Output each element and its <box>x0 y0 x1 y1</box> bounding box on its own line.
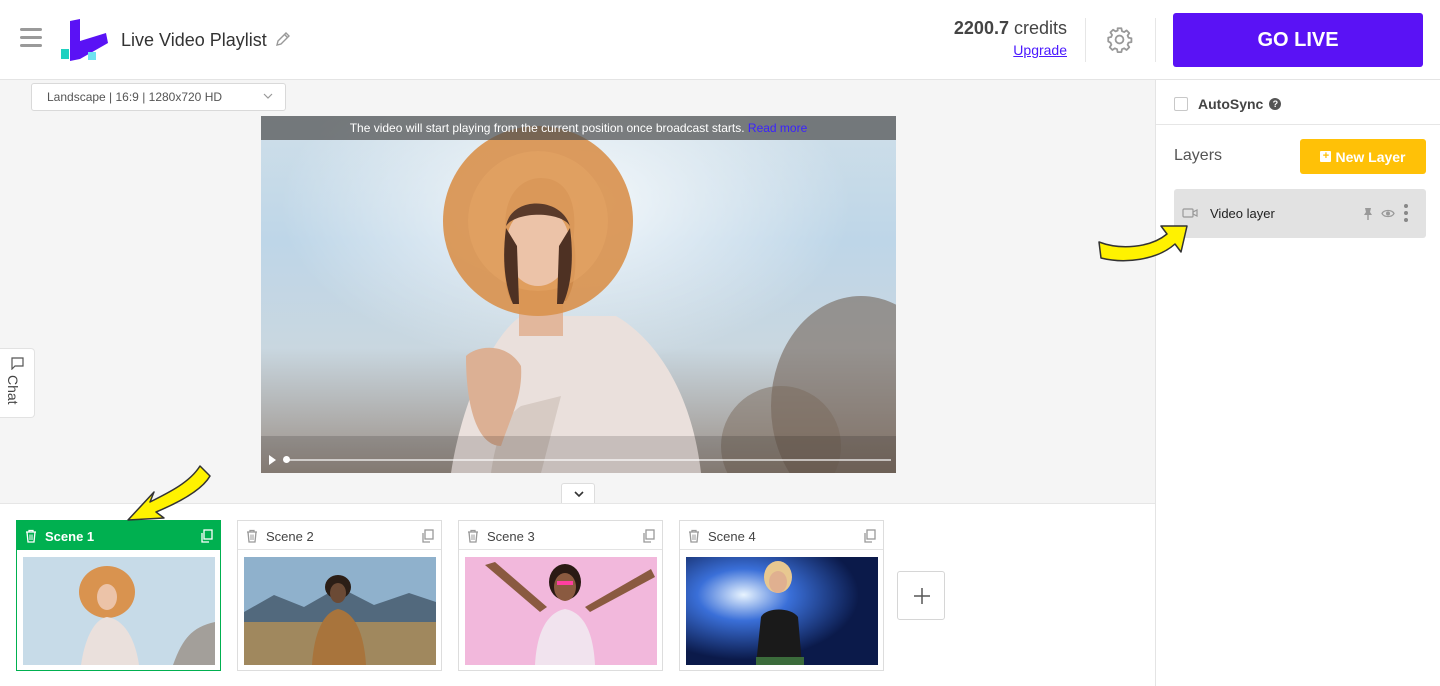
trash-icon[interactable] <box>688 529 700 543</box>
layer-name: Video layer <box>1210 206 1275 221</box>
menu-icon[interactable] <box>20 28 42 50</box>
kebab-icon[interactable] <box>1404 204 1408 222</box>
play-icon[interactable] <box>269 455 276 465</box>
banner-text: The video will start playing from the cu… <box>349 121 745 135</box>
add-scene-button[interactable] <box>897 571 945 620</box>
trash-icon[interactable] <box>246 529 258 543</box>
preview-banner: The video will start playing from the cu… <box>261 116 896 140</box>
credits-display: 2200.7 credits Upgrade <box>930 18 1067 58</box>
header-divider <box>1085 18 1086 62</box>
resolution-select[interactable]: Landscape | 16:9 | 1280x720 HD <box>31 83 286 111</box>
collapse-scenes-button[interactable] <box>561 483 595 505</box>
header-divider <box>1155 18 1156 62</box>
progress-knob[interactable] <box>283 456 290 463</box>
chevron-down-icon <box>263 93 273 99</box>
annotation-arrow-icon <box>1098 225 1188 262</box>
camera-icon <box>1182 208 1198 218</box>
chevron-down-icon <box>574 491 584 498</box>
app-header: Live Video Playlist 2200.7 credits Upgra… <box>0 0 1440 80</box>
layers-title: Layers <box>1174 147 1223 164</box>
video-preview[interactable]: The video will start playing from the cu… <box>261 116 896 473</box>
autosync-label: AutoSync <box>1198 96 1264 112</box>
eye-icon[interactable] <box>1381 208 1395 219</box>
app-title: Live Video Playlist <box>121 30 267 50</box>
scene-card-3[interactable]: Scene 3 <box>458 520 663 671</box>
chat-tab[interactable]: Chat <box>0 348 35 418</box>
scene-card-4[interactable]: Scene 4 <box>679 520 884 671</box>
trash-icon[interactable] <box>25 529 37 543</box>
copy-icon[interactable] <box>863 529 876 543</box>
scene-card-2[interactable]: Scene 2 <box>237 520 442 671</box>
go-live-button[interactable]: GO LIVE <box>1173 13 1423 67</box>
plus-icon: + <box>1320 151 1332 162</box>
chat-icon <box>11 357 24 370</box>
scene-thumbnail <box>465 557 657 665</box>
copy-icon[interactable] <box>642 529 655 543</box>
credits-value: 2200.7 <box>953 18 1009 38</box>
progress-track[interactable] <box>287 459 891 461</box>
plus-icon <box>914 588 930 604</box>
credits-unit: credits <box>1013 18 1067 38</box>
app-logo <box>61 19 108 61</box>
scene-card-1[interactable]: Scene 1 <box>16 520 221 671</box>
layer-item-video[interactable]: Video layer <box>1174 189 1426 238</box>
gear-icon[interactable] <box>1106 26 1133 53</box>
scene-name: Scene 2 <box>266 529 314 544</box>
scene-thumbnail <box>686 557 878 665</box>
resolution-value: Landscape | 16:9 | 1280x720 HD <box>47 90 223 104</box>
pin-icon[interactable] <box>1362 207 1374 220</box>
sidebar-divider <box>1156 124 1440 125</box>
chat-label: Chat <box>5 375 21 405</box>
trash-icon[interactable] <box>467 529 479 543</box>
scene-thumbnail <box>23 557 215 665</box>
scene-name: Scene 4 <box>708 529 756 544</box>
autosync-toggle[interactable]: AutoSync ? <box>1174 96 1282 112</box>
scene-thumbnail <box>244 557 436 665</box>
copy-icon[interactable] <box>421 529 434 543</box>
read-more-link[interactable]: Read more <box>748 121 807 135</box>
autosync-checkbox[interactable] <box>1174 97 1188 111</box>
help-icon[interactable]: ? <box>1269 98 1282 110</box>
layers-sidebar: AutoSync ? Layers + New Layer Video laye… <box>1155 80 1440 686</box>
scene-header: Scene 4 <box>680 521 883 550</box>
scene-name: Scene 3 <box>487 529 535 544</box>
scene-name: Scene 1 <box>45 529 95 544</box>
new-layer-button[interactable]: + New Layer <box>1300 139 1426 174</box>
scene-header: Scene 2 <box>238 521 441 550</box>
scene-header: Scene 3 <box>459 521 662 550</box>
annotation-arrow-icon <box>127 465 211 521</box>
new-layer-label: New Layer <box>1335 148 1406 165</box>
preview-image <box>261 116 896 473</box>
edit-icon[interactable] <box>275 31 291 47</box>
upgrade-link[interactable]: Upgrade <box>930 42 1067 58</box>
